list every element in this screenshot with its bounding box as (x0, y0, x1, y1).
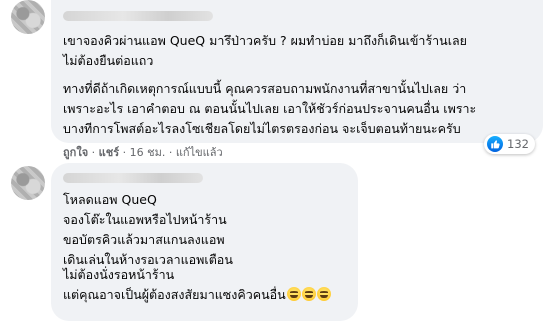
commenter-avatar[interactable] (11, 166, 45, 200)
comment-line: บางทีการโพสต์อะไรลงโซเชียลโดยไม่ไตรตรองก… (63, 121, 461, 136)
comment-line: เขาจองคิวผ่านแอพ QueQ มารึป่าวครับ ? ผมท… (63, 33, 467, 48)
reaction-summary[interactable]: 132 (484, 134, 535, 154)
like-icon (487, 136, 503, 152)
comment-bubble: โหลดแอพ QueQ จองโต๊ะในแอพหรือไปหน้าร้าน … (51, 163, 358, 321)
comment-bubble: เขาจองคิวผ่านแอพ QueQ มารึป่าวครับ ? ผมท… (51, 0, 543, 143)
comment-line: ขอบัตรคิวแล้วมาสแกนลงแอพ (63, 232, 225, 247)
comment-line: ไม่ต้องนั่งรอหน้าร้าน (63, 267, 175, 282)
grin-emoji-icon (301, 287, 316, 301)
share-link[interactable]: แชร์ (99, 146, 119, 159)
separator-dot: · (122, 146, 130, 159)
comment-paragraph: ไม่ต้องนั่งรอหน้าร้าน แต่คุณอาจเป็นผู้ต้… (63, 265, 331, 305)
grin-emoji-icon (316, 287, 331, 301)
edited-label: แก้ไขแล้ว (175, 146, 223, 159)
blurred-commenter-name[interactable] (63, 173, 203, 183)
separator-dot: · (91, 146, 99, 159)
comment-line: เพราะอะไร เอาคำตอบ ณ ตอนนั้นไปเลย เอาให้… (63, 101, 477, 116)
comment-line: ไม่ต้องยืนต่อแถว (63, 53, 154, 68)
commenter-avatar[interactable] (11, 0, 45, 34)
comment-text: แต่คุณอาจเป็นผู้ต้องสงสัยมาแซงคิวคนอื่น (63, 287, 286, 302)
timestamp[interactable]: 16 ชม. (130, 146, 166, 159)
blurred-commenter-name[interactable] (63, 11, 213, 21)
separator-dot: · (168, 146, 176, 159)
comment-line-with-emoji: แต่คุณอาจเป็นผู้ต้องสงสัยมาแซงคิวคนอื่น (63, 285, 331, 305)
like-link[interactable]: ถูกใจ (63, 146, 88, 159)
comment-line: จองโต๊ะในแอพหรือไปหน้าร้าน (63, 212, 227, 227)
comment-paragraph: เขาจองคิวผ่านแอพ QueQ มารึป่าวครับ ? ผมท… (63, 31, 467, 71)
comment-actions: ถูกใจ · แชร์ · 16 ชม. · แก้ไขแล้ว (63, 145, 223, 161)
comment-line: โหลดแอพ QueQ (63, 192, 157, 207)
comment-paragraph: ทางที่ดีถ้าเกิดเหตุการณ์แบบนี้ คุณควรสอบ… (63, 79, 476, 139)
reaction-count: 132 (507, 137, 529, 151)
comment-line: ทางที่ดีถ้าเกิดเหตุการณ์แบบนี้ คุณควรสอบ… (63, 81, 467, 96)
grin-emoji-icon (286, 287, 301, 301)
comment-paragraph: โหลดแอพ QueQ จองโต๊ะในแอพหรือไปหน้าร้าน … (63, 190, 233, 270)
